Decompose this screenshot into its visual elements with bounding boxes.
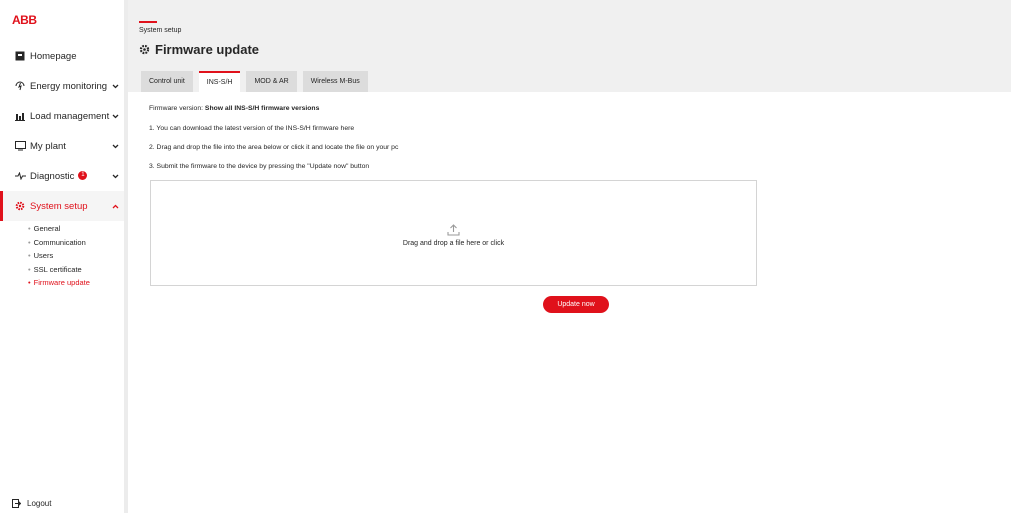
load-chart-icon bbox=[14, 110, 26, 122]
chevron-up-icon bbox=[111, 202, 119, 210]
tab-bar: Control unit INS-S/H MOD & AR Wireless M… bbox=[141, 71, 368, 94]
breadcrumb[interactable]: System setup bbox=[139, 27, 181, 34]
gear-icon bbox=[14, 200, 26, 212]
step-1-text: 1. You can download the latest version o… bbox=[149, 125, 355, 132]
sidebar-item-diagnostic[interactable]: Diagnostic 1 bbox=[0, 161, 124, 191]
chevron-down-icon bbox=[111, 112, 119, 120]
page-header: System setup Firmware update Control uni… bbox=[128, 0, 1011, 94]
sidebar-item-system-setup[interactable]: System setup bbox=[0, 191, 124, 221]
chevron-down-icon bbox=[111, 172, 119, 180]
sidebar-item-label: Homepage bbox=[30, 50, 77, 62]
sidebar-item-label: Load management bbox=[30, 110, 110, 122]
upload-icon bbox=[447, 223, 460, 241]
sidebar-item-label: Energy monitoring bbox=[30, 80, 108, 92]
step-3-text: 3. Submit the firmware to the device by … bbox=[149, 163, 370, 170]
header-accent-line bbox=[139, 21, 157, 23]
tab-ins-s-h[interactable]: INS-S/H bbox=[198, 71, 241, 94]
file-dropzone[interactable]: Drag and drop a file here or click bbox=[150, 180, 757, 286]
energy-icon bbox=[14, 80, 26, 92]
sidebar-subitem-users[interactable]: • Users bbox=[28, 249, 90, 263]
sidebar-item-my-plant[interactable]: My plant bbox=[0, 131, 124, 161]
logout-button[interactable]: Logout bbox=[12, 499, 51, 508]
dropzone-text: Drag and drop a file here or click bbox=[402, 240, 505, 247]
step-2-text: 2. Drag and drop the file into the area … bbox=[149, 144, 399, 151]
gear-icon bbox=[139, 44, 150, 55]
show-firmware-versions-link[interactable]: Show all INS-S/H firmware versions bbox=[205, 105, 319, 112]
tab-control-unit[interactable]: Control unit bbox=[141, 71, 193, 92]
chevron-down-icon bbox=[111, 142, 119, 150]
logout-label: Logout bbox=[27, 499, 52, 508]
sidebar-item-energy-monitoring[interactable]: Energy monitoring bbox=[0, 71, 124, 101]
pulse-icon bbox=[14, 170, 26, 182]
page-title: Firmware update bbox=[139, 42, 259, 57]
sidebar-item-label: My plant bbox=[30, 140, 66, 152]
system-setup-submenu: • General • Communication • Users • SSL cert… bbox=[28, 222, 90, 290]
sidebar-subitem-general[interactable]: • General bbox=[28, 222, 90, 236]
tab-wireless-m-bus[interactable]: Wireless M-Bus bbox=[302, 71, 368, 92]
main-content: Firmware version: Show all INS-S/H firmw… bbox=[128, 92, 1011, 513]
svg-text:ABB: ABB bbox=[12, 14, 37, 26]
notification-badge: 1 bbox=[78, 171, 88, 181]
update-now-button[interactable]: Update now bbox=[543, 296, 609, 313]
sidebar-subitem-ssl-certificate[interactable]: • SSL certificate bbox=[28, 263, 90, 277]
tab-mod-ar[interactable]: MOD & AR bbox=[246, 71, 297, 92]
sidebar-subitem-firmware-update[interactable]: • Firmware update bbox=[28, 276, 90, 290]
sidebar-item-load-management[interactable]: Load management bbox=[0, 101, 124, 131]
monitor-icon bbox=[14, 140, 26, 152]
sidebar: ABB Homepage Energy monitoring Load mana… bbox=[0, 0, 128, 513]
sidebar-item-label: Diagnostic 1 bbox=[30, 171, 88, 182]
chevron-down-icon bbox=[111, 82, 119, 90]
sidebar-item-homepage[interactable]: Homepage bbox=[0, 41, 124, 71]
sidebar-item-label: System setup bbox=[30, 200, 88, 212]
sidebar-subitem-communication[interactable]: • Communication bbox=[28, 236, 90, 250]
home-icon bbox=[14, 50, 26, 62]
logout-icon bbox=[12, 499, 21, 508]
firmware-version-line: Firmware version: Show all INS-S/H firmw… bbox=[149, 105, 320, 112]
abb-logo[interactable]: ABB bbox=[12, 13, 38, 31]
